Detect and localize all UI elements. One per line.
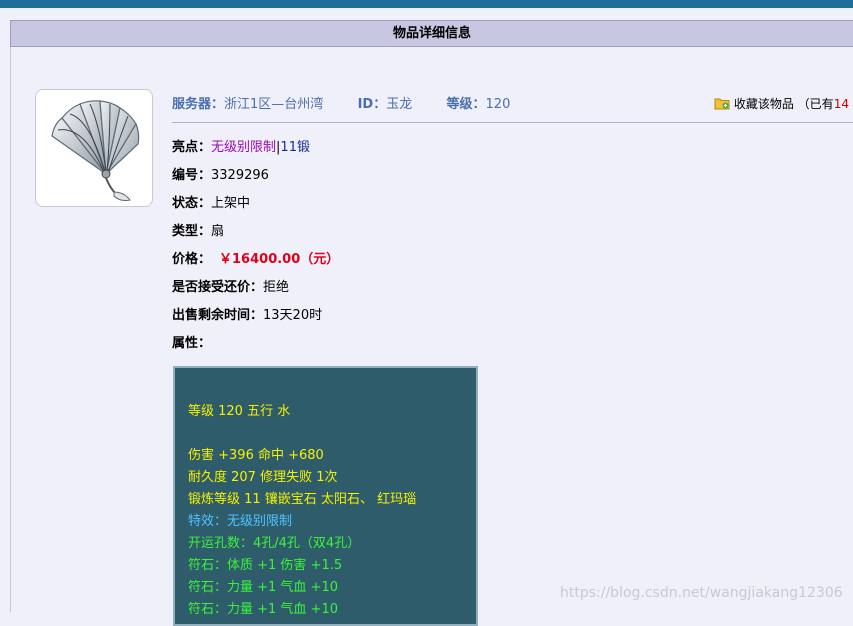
price-label: 价格： — [172, 252, 212, 267]
attr-line: 锻炼等级 11 镶嵌宝石 太阳石、 红玛瑙 — [188, 492, 417, 507]
attr-line: 符石：力量 +1 气血 +10 — [188, 580, 338, 595]
attributes-box: 等级 120 五行 水 伤害 +396 命中 +680 耐久度 207 修理失败… — [173, 366, 478, 626]
attr-line: 符石：力量 +1 气血 +10 — [188, 602, 338, 617]
bargain-label: 是否接受还价： — [172, 280, 264, 295]
watermark: https://blog.csdn.net/wangjiakang12306 — [560, 585, 843, 601]
attr-line: 伤害 +396 命中 +680 — [188, 448, 324, 463]
top-bar — [0, 0, 853, 8]
highlight-value-1: 无级别限制 — [211, 140, 277, 155]
attributes-label: 属性： — [172, 336, 212, 351]
attr-line: 耐久度 207 修理失败 1次 — [188, 470, 338, 485]
page-title: 物品详细信息 — [10, 20, 853, 47]
item-thumbnail — [35, 89, 153, 207]
attributes-row: 属性： — [172, 332, 211, 351]
remaining-time-row: 出售剩余时间：13天20时 — [172, 304, 322, 323]
attr-line: 开运孔数：4孔/4孔（双4孔） — [188, 536, 361, 551]
level-label: 等级： — [446, 97, 486, 112]
level-value: 120 — [485, 97, 511, 112]
highlight-row: 亮点：无级别限制|11锻 — [172, 136, 310, 155]
type-label: 类型： — [172, 224, 212, 239]
folder-add-icon — [714, 98, 730, 110]
server-label: 服务器： — [172, 97, 225, 112]
price-row: 价格： ￥16400.00（元） — [172, 248, 339, 267]
id-label: ID： — [357, 97, 387, 112]
attr-line: 等级 120 五行 水 — [188, 404, 291, 419]
remaining-time-value: 13天20时 — [263, 308, 323, 323]
favorite-count-prefix: （已有 — [797, 97, 834, 111]
id-value: 玉龙 — [386, 97, 413, 112]
favorite-link[interactable]: 收藏该物品 （已有14 — [714, 95, 849, 112]
type-row: 类型：扇 — [172, 220, 224, 239]
status-label: 状态： — [172, 196, 212, 211]
server-value: 浙江1区—台州湾 — [224, 97, 324, 112]
attr-line: 特效：无级别限制 — [188, 514, 293, 529]
status-row: 状态：上架中 — [172, 192, 250, 211]
bargain-row: 是否接受还价：拒绝 — [172, 276, 289, 295]
highlight-value-2: 11锻 — [280, 140, 310, 155]
type-value: 扇 — [211, 224, 225, 239]
number-value: 3329296 — [211, 168, 269, 183]
favorite-count: 14 — [833, 97, 849, 111]
fan-item-icon — [51, 100, 140, 201]
number-label: 编号： — [172, 168, 212, 183]
highlight-label: 亮点： — [172, 140, 212, 155]
price-value: ￥16400.00（元） — [219, 252, 340, 267]
status-value: 上架中 — [211, 196, 251, 211]
favorite-label[interactable]: 收藏该物品 — [734, 97, 794, 111]
bargain-value: 拒绝 — [263, 280, 290, 295]
number-row: 编号：3329296 — [172, 164, 269, 183]
remaining-time-label: 出售剩余时间： — [172, 308, 264, 323]
attr-line: 符石：体质 +1 伤害 +1.5 — [188, 558, 343, 573]
